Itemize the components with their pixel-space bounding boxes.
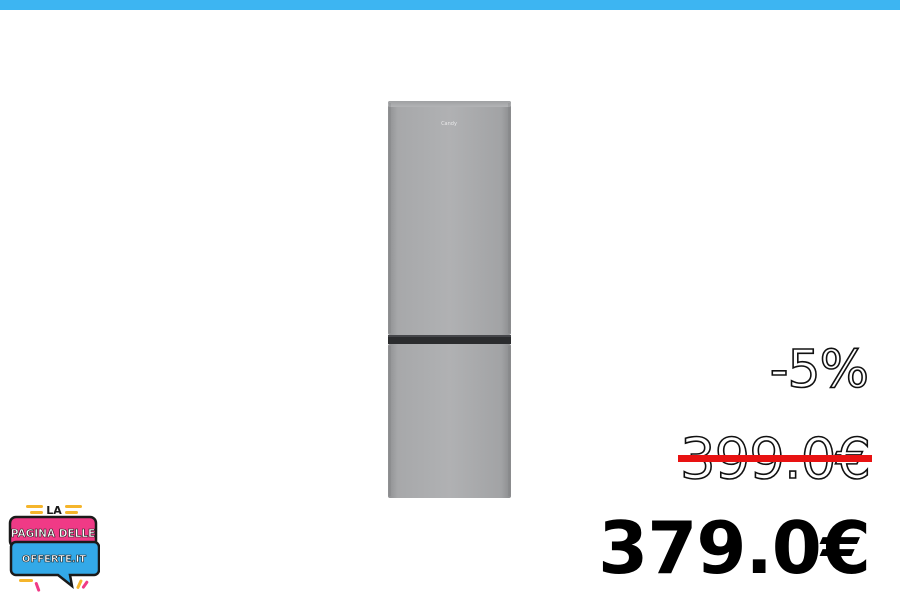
logo-text-pagina-delle: PAGINA DELLE [11, 528, 95, 540]
logo-text-la: LA [46, 504, 62, 517]
refrigerator-illustration: Candy [388, 101, 511, 498]
speech-bubble-logo: LA PAGINA DELLE OFFERTE.IT [8, 504, 100, 592]
old-price-container: 399.0€ [678, 427, 872, 492]
brand-mark: Candy [441, 121, 457, 127]
refrigerator-image: Candy [388, 101, 511, 498]
strikethrough-line [678, 455, 872, 462]
discount-percentage: -5% [769, 339, 870, 401]
logo-text-offerte: OFFERTE.IT [22, 554, 86, 565]
top-accent-bar [0, 0, 900, 10]
new-price: 379.0€ [598, 506, 871, 590]
la-pagina-delle-offerte-logo[interactable]: LA PAGINA DELLE OFFERTE.IT [8, 500, 100, 596]
